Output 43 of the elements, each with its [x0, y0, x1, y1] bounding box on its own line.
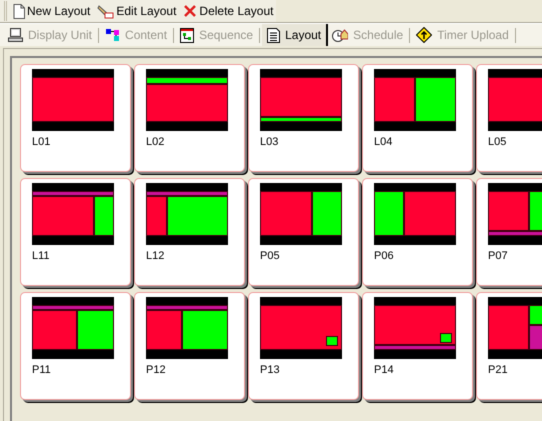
document-icon — [13, 4, 25, 18]
layout-name: L11 — [32, 250, 51, 263]
tab[interactable]: Layout — [262, 24, 328, 46]
layout-name: P06 — [374, 250, 395, 263]
clock-house-icon — [332, 28, 348, 42]
layout-card[interactable]: L02 — [134, 64, 245, 172]
document-icon — [267, 28, 280, 42]
layout-name: L01 — [32, 136, 52, 149]
layout-card[interactable]: L04 — [362, 64, 473, 172]
layout-name: P07 — [488, 250, 509, 263]
layout-card[interactable]: P12 — [134, 292, 245, 400]
layout-name: L02 — [146, 136, 166, 149]
layout-card[interactable]: P05 — [248, 178, 359, 286]
layout-name: P13 — [260, 364, 281, 377]
layout-name: P11 — [32, 364, 52, 377]
layout-card[interactable]: P13 — [248, 292, 359, 400]
layout-card[interactable]: L03 — [248, 64, 359, 172]
layout-card[interactable]: P11 — [20, 292, 131, 400]
layout-card[interactable]: P14 — [362, 292, 473, 400]
layout-card[interactable]: L11 — [20, 178, 131, 286]
layout-name: L04 — [374, 136, 394, 149]
layout-card[interactable]: L12 — [134, 178, 245, 286]
squares-icon — [105, 28, 120, 42]
computer-icon — [8, 28, 23, 42]
layout-card[interactable]: P06 — [362, 178, 473, 286]
layout-name: P14 — [374, 364, 395, 377]
layout-name: P05 — [260, 250, 281, 263]
warning-sign-icon — [416, 27, 432, 43]
toolbar-button[interactable]: Delete Layout — [181, 0, 276, 22]
toolbar-button[interactable]: Edit Layout — [95, 0, 178, 22]
layout-name: L12 — [146, 250, 166, 263]
flowchart-icon — [180, 28, 194, 42]
layout-name: L03 — [260, 136, 280, 149]
layout-card[interactable]: P21 — [476, 292, 542, 400]
layout-name: P12 — [146, 364, 167, 377]
toolbar-button[interactable]: New Layout — [11, 0, 92, 22]
layout-card[interactable]: L01 — [20, 64, 131, 172]
layout-name: P21 — [488, 364, 509, 377]
layout-card[interactable]: P07 — [476, 178, 542, 286]
pencil-icon — [97, 4, 114, 18]
layout-name: L05 — [488, 136, 508, 149]
layout-card[interactable]: L05 — [476, 64, 542, 172]
close-icon — [183, 4, 198, 18]
